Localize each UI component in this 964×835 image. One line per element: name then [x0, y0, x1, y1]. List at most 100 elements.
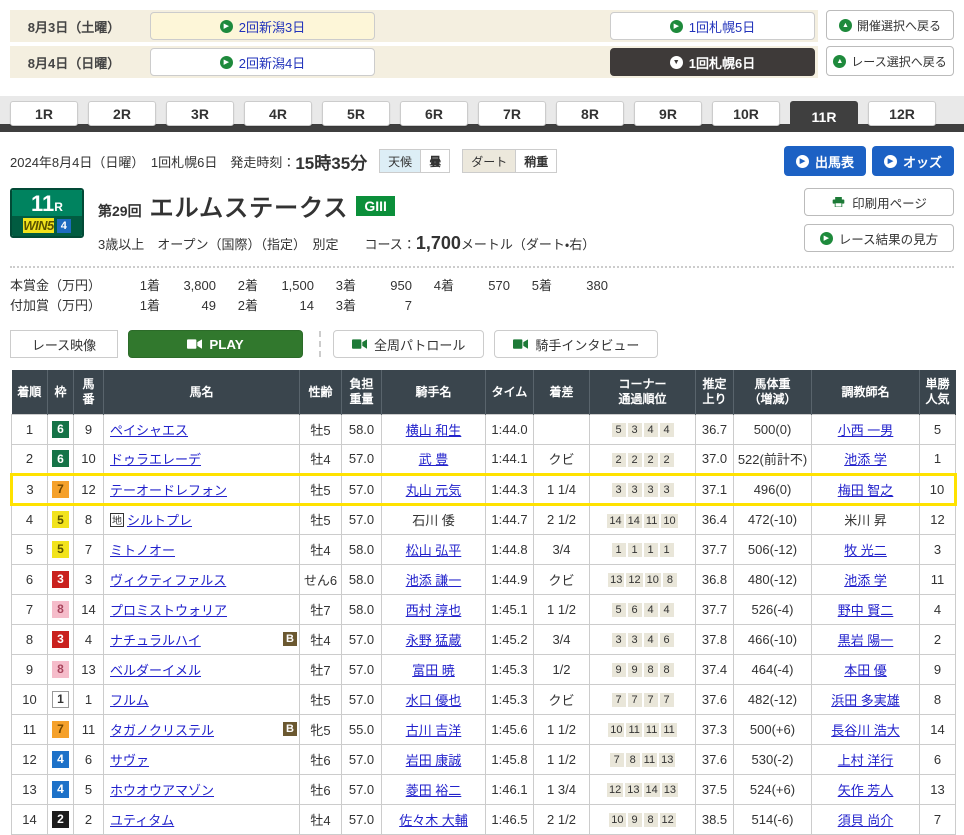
trainer-name-link[interactable]: 小西 一男 — [838, 423, 894, 438]
horse-weight: 464(-4) — [734, 654, 812, 684]
horse-name-link[interactable]: ベルダーイメル — [110, 660, 201, 679]
jockey-interview-button[interactable]: 騎手インタビュー — [494, 330, 658, 358]
trainer-name-link[interactable]: 上村 洋行 — [838, 753, 894, 768]
date-row-sunday: 8月4日（日曜） ▶ 2回新潟4日 ▼ 1回札幌6日 — [10, 46, 818, 78]
jockey-name-link[interactable]: 池添 謙一 — [406, 573, 462, 588]
jockey-name-link[interactable]: 松山 弘平 — [406, 543, 462, 558]
bracket-number: 4 — [52, 781, 69, 798]
horse-name-link[interactable]: ユティタム — [110, 810, 174, 829]
horse-name-link[interactable]: テーオードレフォン — [110, 480, 227, 499]
entries-button[interactable]: ▶ 出馬表 — [784, 146, 866, 176]
tab-8r[interactable]: 8R — [556, 101, 624, 126]
horse-name-link[interactable]: プロミストウォリア — [110, 600, 227, 619]
tab-5r[interactable]: 5R — [322, 101, 390, 126]
horse-name-link[interactable]: ホウオウアマゾン — [110, 780, 214, 799]
carried-weight: 55.0 — [342, 714, 382, 744]
horse-name-wrap: タガノクリステルB — [110, 720, 297, 739]
finish-position: 2 — [12, 444, 48, 474]
jockey-name-link[interactable]: 古川 吉洋 — [406, 723, 462, 738]
horse-name-cell: サヴァ — [104, 744, 300, 774]
corner-position: 3 — [628, 423, 642, 437]
last-3f-time: 37.3 — [696, 714, 734, 744]
jockey-name-link[interactable]: 武 豊 — [419, 452, 449, 467]
jockey-name-link[interactable]: 菱田 裕二 — [406, 783, 462, 798]
venue-button-sapporo5[interactable]: ▶ 1回札幌5日 — [610, 12, 815, 40]
trainer-cell: 池添 学 — [812, 444, 920, 474]
jockey-name-link[interactable]: 丸山 元気 — [406, 483, 462, 498]
column-header: 調教師名 — [812, 370, 920, 414]
trainer-name-link[interactable]: 池添 学 — [844, 452, 887, 467]
tab-9r[interactable]: 9R — [634, 101, 702, 126]
trainer-name-link[interactable]: 本田 優 — [844, 663, 887, 678]
prize-value: 1,500 — [258, 276, 314, 296]
tab-11r[interactable]: 11R — [790, 101, 858, 132]
table-row: 11711タガノクリステルB牝555.0古川 吉洋1:45.61 1/21011… — [12, 714, 956, 744]
horse-name-link[interactable]: サヴァ — [110, 750, 149, 769]
tab-7r[interactable]: 7R — [478, 101, 546, 126]
corner-position: 11 — [661, 723, 676, 737]
chevron-right-circle-icon: ▶ — [220, 20, 233, 33]
horse-name-wrap: ヴィクティファルス — [110, 570, 297, 589]
trainer-name-link[interactable]: 牧 光二 — [844, 543, 887, 558]
patrol-video-button[interactable]: 全周パトロール — [333, 330, 484, 358]
tab-12r[interactable]: 12R — [868, 101, 936, 126]
horse-name-link[interactable]: ペイシャエス — [110, 420, 188, 439]
trainer-name-link[interactable]: 矢作 芳人 — [838, 783, 894, 798]
jockey-name-link[interactable]: 水口 優也 — [406, 693, 462, 708]
tab-1r[interactable]: 1R — [10, 101, 78, 126]
trainer-name-link[interactable]: 梅田 智之 — [838, 483, 894, 498]
back-to-race-select-button[interactable]: ▲ レース選択へ戻る — [826, 46, 954, 76]
jockey-name-link[interactable]: 岩田 康誠 — [406, 753, 462, 768]
corner-positions: 7777 — [590, 684, 696, 714]
jockey-name-link[interactable]: 永野 猛蔵 — [406, 633, 462, 648]
tab-10r[interactable]: 10R — [712, 101, 780, 126]
weather-badge: 天候 曇 — [379, 149, 450, 173]
jockey-name-link[interactable]: 横山 和生 — [406, 423, 462, 438]
jockey-name-link[interactable]: 西村 淳也 — [406, 603, 462, 618]
tab-6r[interactable]: 6R — [400, 101, 468, 126]
tab-3r[interactable]: 3R — [166, 101, 234, 126]
trainer-cell: 牧 光二 — [812, 534, 920, 564]
horse-name-link[interactable]: シルトプレ — [127, 510, 192, 529]
jockey-name-link[interactable]: 富田 暁 — [412, 663, 455, 678]
horse-name-link[interactable]: フルム — [110, 690, 149, 709]
jockey-cell: 水口 優也 — [382, 684, 486, 714]
horse-name-link[interactable]: タガノクリステル — [110, 720, 214, 739]
horse-name-link[interactable]: ヴィクティファルス — [110, 570, 226, 589]
horse-name-link[interactable]: ドゥラエレーデ — [110, 449, 201, 468]
horse-name-link[interactable]: ミトノオー — [110, 540, 175, 559]
column-header: 枠 — [48, 370, 74, 414]
race-title-block: 11R WIN5 4 第29回 エルムステークス GIII 3歳以上 オープン（… — [10, 188, 954, 254]
trainer-name-link[interactable]: 須貝 尚介 — [838, 813, 894, 828]
results-guide-button[interactable]: ▶ レース結果の見方 — [804, 224, 954, 252]
corner-position: 3 — [612, 483, 626, 497]
trainer-name-link[interactable]: 池添 学 — [844, 573, 887, 588]
play-button[interactable]: PLAY — [128, 330, 303, 358]
tab-2r[interactable]: 2R — [88, 101, 156, 126]
odds-button[interactable]: ▶ オッズ — [872, 146, 954, 176]
sex-age: 牡5 — [300, 474, 342, 504]
horse-name-cell: フルム — [104, 684, 300, 714]
print-page-button[interactable]: 印刷用ページ — [804, 188, 954, 216]
venue-button-sapporo6-selected[interactable]: ▼ 1回札幌6日 — [610, 48, 815, 76]
trainer-name-link[interactable]: 長谷川 浩大 — [831, 723, 900, 738]
trainer-name-link[interactable]: 浜田 多実雄 — [831, 693, 900, 708]
table-row: 2610ドゥラエレーデ牡457.0武 豊1:44.1クビ222237.0522(… — [12, 444, 956, 474]
horse-name-link[interactable]: ナチュラルハイ — [110, 630, 201, 649]
jockey-name-link[interactable]: 佐々木 大輔 — [399, 813, 468, 828]
tab-4r[interactable]: 4R — [244, 101, 312, 126]
venue-button-niigata4[interactable]: ▶ 2回新潟4日 — [150, 48, 375, 76]
finish-time: 1:45.8 — [486, 744, 534, 774]
sex-age: 牡4 — [300, 534, 342, 564]
margin: クビ — [534, 564, 590, 594]
race-date-text: 2024年8月4日（日曜） 1回札幌6日 発走時刻： — [10, 152, 295, 171]
trainer-name-link[interactable]: 黒岩 陽一 — [838, 633, 894, 648]
margin: 2 1/2 — [534, 804, 590, 834]
venue-button-niigata3[interactable]: ▶ 2回新潟3日 — [150, 12, 375, 40]
margin: 3/4 — [534, 624, 590, 654]
finish-time: 1:44.9 — [486, 564, 534, 594]
horse-weight: 524(+6) — [734, 774, 812, 804]
trainer-name-link[interactable]: 野中 賢二 — [838, 603, 894, 618]
back-to-meeting-select-button[interactable]: ▲ 開催選択へ戻る — [826, 10, 954, 40]
weather-label: 天候 — [380, 150, 420, 172]
